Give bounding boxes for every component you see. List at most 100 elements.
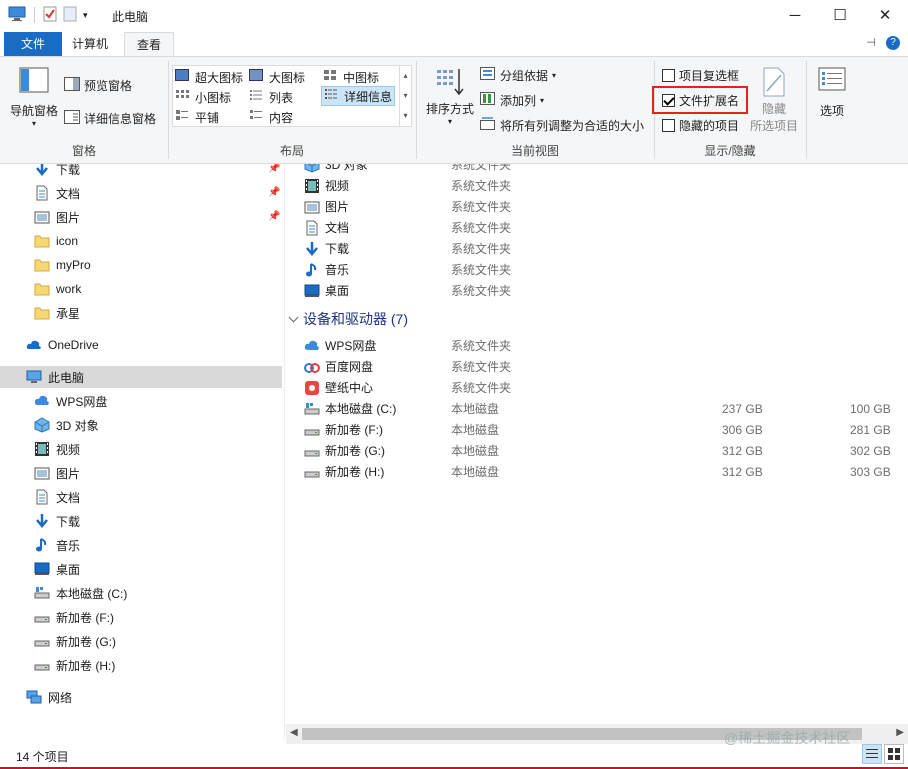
add-column-button[interactable]: 添加列 ▾ [480, 90, 544, 110]
help-icon[interactable]: ? [886, 36, 900, 50]
item-checkboxes-checkbox[interactable] [662, 68, 675, 82]
nav-item[interactable]: 视频 [34, 438, 80, 460]
drive-icon [34, 657, 50, 673]
document-icon [304, 220, 320, 236]
nav-item[interactable]: 下载 [34, 164, 80, 180]
nav-item[interactable]: work [34, 278, 81, 300]
nav-item[interactable]: 音乐 [34, 534, 80, 556]
table-row[interactable]: WPS网盘 系统文件夹 [286, 335, 906, 356]
nav-item-label: WPS网盘 [56, 394, 108, 409]
document-icon [34, 489, 50, 505]
tab-computer[interactable]: 计算机 [60, 32, 120, 56]
highlight-box [652, 86, 748, 114]
nav-item-label: 图片 [56, 210, 81, 225]
pane-divider[interactable] [284, 164, 285, 740]
chevron-down-icon: ▾ [540, 95, 545, 105]
table-row[interactable]: 文档 系统文件夹 [286, 217, 906, 238]
scroll-left-icon[interactable]: ◀ [290, 727, 298, 738]
minimize-button[interactable]: ─ [772, 0, 818, 30]
nav-item[interactable]: 文档 [34, 486, 80, 508]
nav-item-label: 图片 [56, 466, 81, 481]
hide-selected-button[interactable]: 隐藏 所选项目 [746, 67, 802, 134]
nav-item-network[interactable]: 网络 [26, 686, 72, 708]
options-button[interactable]: 选项 [814, 67, 850, 119]
hidden-items-toggle[interactable]: 隐藏的项目 [662, 115, 739, 135]
details-view-button[interactable] [862, 744, 882, 764]
devices-section-header[interactable]: 设备和驱动器 (7) [288, 309, 408, 329]
new-folder-icon[interactable] [63, 6, 77, 25]
table-row[interactable]: 视频 系统文件夹 [286, 175, 906, 196]
nav-item-label: 3D 对象 [56, 418, 99, 433]
table-row[interactable]: 新加卷 (F:) 本地磁盘 306 GB 281 GB [286, 419, 906, 440]
wallpaper-icon [304, 380, 320, 396]
sort-by-button[interactable]: 排序方式 ▾ [424, 67, 476, 126]
nav-item[interactable]: 承星 [34, 302, 80, 324]
size-all-columns-button[interactable]: 将所有列调整为合适的大小 [480, 115, 644, 135]
nav-item-this-pc[interactable]: 此电脑 [0, 366, 282, 388]
nav-item[interactable]: 桌面 [34, 558, 80, 580]
nav-item-label: 文档 [56, 186, 81, 201]
nav-item[interactable]: 图片 [34, 462, 80, 484]
chevron-down-icon[interactable] [288, 312, 299, 322]
customize-qat-icon[interactable]: ▾ [83, 10, 88, 21]
maximize-button[interactable]: ☐ [817, 0, 863, 30]
preview-pane-button[interactable]: 预览窗格 [64, 75, 132, 95]
video-icon [34, 441, 50, 457]
properties-icon[interactable] [43, 6, 57, 25]
table-row[interactable]: 新加卷 (H:) 本地磁盘 312 GB 303 GB [286, 461, 906, 482]
desktop-icon [304, 283, 320, 299]
quick-access-toolbar: ▾ [8, 6, 88, 24]
computer-icon[interactable] [8, 6, 26, 25]
table-row[interactable]: 下载 系统文件夹 [286, 238, 906, 259]
group-label: 布局 [279, 144, 304, 158]
scroll-right-icon[interactable]: ▶ [896, 727, 904, 738]
free-space-cell: 281 GB [850, 422, 891, 437]
table-row[interactable]: 壁纸中心 系统文件夹 [286, 377, 906, 398]
nav-item[interactable]: 新加卷 (G:) [34, 630, 116, 652]
table-row[interactable]: 本地磁盘 (C:) 本地磁盘 237 GB 100 GB [286, 398, 906, 419]
table-row[interactable]: 3D 对象 系统文件夹 [286, 164, 906, 175]
nav-pane-button[interactable]: 导航窗格 ▾ [8, 67, 60, 128]
pin-icon[interactable]: 📌 [268, 211, 280, 222]
nav-item[interactable]: WPS网盘 [34, 390, 107, 412]
hidden-items-checkbox[interactable] [662, 118, 675, 132]
nav-item[interactable]: 新加卷 (H:) [34, 654, 115, 676]
tab-file[interactable]: 文件 [4, 32, 63, 56]
table-row[interactable]: 桌面 系统文件夹 [286, 280, 906, 301]
baidu-cloud-icon [304, 359, 320, 375]
nav-item[interactable]: myPro [34, 254, 91, 276]
desktop-icon [34, 561, 50, 577]
drive-icon [304, 464, 320, 480]
table-row[interactable]: 音乐 系统文件夹 [286, 259, 906, 280]
picture-icon [34, 465, 50, 481]
nav-item[interactable]: 文档 [34, 182, 80, 204]
close-button[interactable]: ✕ [862, 0, 908, 30]
details-pane-button[interactable]: 详细信息窗格 [64, 108, 156, 128]
nav-item[interactable]: 3D 对象 [34, 414, 99, 436]
table-row[interactable]: 图片 系统文件夹 [286, 196, 906, 217]
download-icon [304, 241, 320, 257]
nav-item[interactable]: 新加卷 (F:) [34, 606, 114, 628]
pin-icon[interactable]: 📌 [268, 187, 280, 198]
nav-item[interactable]: 图片 [34, 206, 80, 228]
nav-item-label: myPro [56, 258, 91, 272]
table-row[interactable]: 新加卷 (G:) 本地磁盘 312 GB 302 GB [286, 440, 906, 461]
file-name-cell: 新加卷 (H:) [304, 463, 384, 480]
nav-item-onedrive[interactable]: OneDrive [26, 334, 99, 356]
nav-item-label: OneDrive [48, 338, 99, 352]
nav-item[interactable]: icon [34, 230, 78, 252]
nav-item[interactable]: 本地磁盘 (C:) [34, 582, 127, 604]
group-label: 显示/隐藏 [704, 144, 756, 158]
pin-icon[interactable]: 📌 [268, 164, 280, 174]
tab-view[interactable]: 查看 [124, 32, 175, 56]
item-checkboxes-toggle[interactable]: 项目复选框 [662, 65, 739, 85]
folder-icon [34, 233, 50, 249]
large-icons-view-button[interactable] [884, 744, 904, 764]
nav-item[interactable]: 下载 [34, 510, 80, 532]
group-by-button[interactable]: 分组依据 ▾ [480, 65, 556, 85]
group-divider [806, 61, 807, 159]
file-name-cell: 文档 [304, 219, 349, 236]
file-type-cell: 本地磁盘 [451, 402, 500, 416]
table-row[interactable]: 百度网盘 系统文件夹 [286, 356, 906, 377]
pin-ribbon-icon[interactable]: ⊣ [866, 36, 876, 50]
